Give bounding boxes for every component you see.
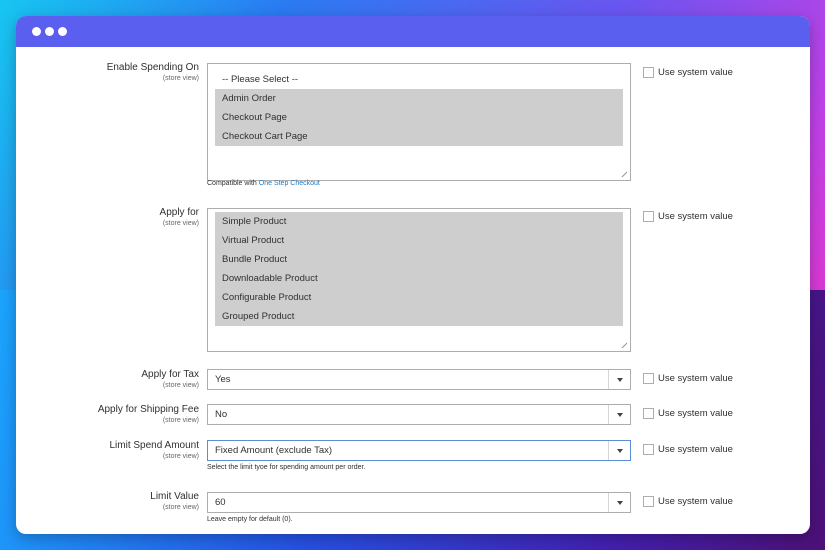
field-label: Apply for — [159, 207, 199, 218]
limit-spend-amount-label-group: Limit Spend Amount (store view) — [110, 440, 200, 460]
select-value: Fixed Amount (exclude Tax) — [215, 445, 333, 456]
window-titlebar — [16, 16, 810, 47]
use-system-value-label: Use system value — [658, 444, 733, 455]
use-system-value-checkbox[interactable] — [643, 67, 654, 78]
one-step-checkout-link[interactable]: One Step Checkout — [259, 180, 320, 187]
config-form: Enable Spending On (store view) -- Pleas… — [16, 47, 810, 534]
enable-spending-on-multiselect[interactable]: -- Please Select -- Admin Order Checkout… — [207, 63, 631, 181]
use-system-value-limit-spend[interactable]: Use system value — [643, 444, 733, 455]
option-bundle-product[interactable]: Bundle Product — [215, 250, 623, 269]
apply-for-label-group: Apply for (store view) — [160, 207, 199, 227]
dropdown-arrow-icon[interactable] — [608, 405, 630, 424]
use-system-value-label: Use system value — [658, 496, 733, 507]
limit-spend-note: Select the limit tyoe for spending amoun… — [207, 464, 366, 471]
enable-spending-on-label-group: Enable Spending On (store view) — [107, 62, 199, 82]
use-system-value-tax[interactable]: Use system value — [643, 373, 733, 384]
use-system-value-checkbox[interactable] — [643, 408, 654, 419]
apply-for-shipping-fee-select[interactable]: No — [207, 404, 631, 425]
field-label: Apply for Shipping Fee — [97, 404, 199, 415]
use-system-value-limit-value[interactable]: Use system value — [643, 496, 733, 507]
field-scope: (store view) — [162, 453, 199, 460]
field-label: Limit Value — [150, 491, 199, 502]
apply-for-tax-label-group: Apply for Tax (store view) — [141, 369, 199, 389]
option-configurable-product[interactable]: Configurable Product — [215, 288, 623, 307]
use-system-value-enable-spending[interactable]: Use system value — [643, 67, 733, 78]
input-value: 60 — [215, 497, 226, 508]
option-virtual-product[interactable]: Virtual Product — [215, 231, 623, 250]
option-checkout-page[interactable]: Checkout Page — [215, 108, 623, 127]
limit-value-note: Leave empty for default (0). — [207, 516, 293, 523]
field-scope: (store view) — [162, 417, 199, 424]
limit-value-input[interactable]: 60 — [207, 492, 631, 513]
dropdown-arrow-icon[interactable] — [608, 493, 630, 512]
use-system-value-label: Use system value — [658, 408, 733, 419]
dropdown-arrow-icon[interactable] — [608, 441, 630, 460]
field-label: Apply for Tax — [141, 369, 199, 380]
option-please-select[interactable]: -- Please Select -- — [215, 70, 623, 89]
dropdown-arrow-icon[interactable] — [608, 370, 630, 389]
limit-value-label-group: Limit Value (store view) — [150, 491, 199, 511]
field-scope: (store view) — [162, 382, 199, 389]
resize-handle-icon[interactable] — [620, 341, 627, 348]
use-system-value-checkbox[interactable] — [643, 444, 654, 455]
note-text: Compatible with — [207, 180, 257, 187]
option-checkout-cart-page[interactable]: Checkout Cart Page — [215, 127, 623, 146]
field-scope: (store view) — [162, 504, 199, 511]
select-value: No — [215, 409, 228, 420]
apply-for-shipping-fee-label-group: Apply for Shipping Fee (store view) — [98, 404, 199, 424]
use-system-value-label: Use system value — [658, 373, 733, 384]
field-scope: (store view) — [162, 220, 199, 227]
use-system-value-apply-for[interactable]: Use system value — [643, 211, 733, 222]
browser-window: Enable Spending On (store view) -- Pleas… — [16, 16, 810, 534]
apply-for-multiselect[interactable]: Simple Product Virtual Product Bundle Pr… — [207, 208, 631, 352]
apply-for-tax-select[interactable]: Yes — [207, 369, 631, 390]
field-label: Enable Spending On — [106, 62, 199, 73]
use-system-value-checkbox[interactable] — [643, 496, 654, 507]
option-grouped-product[interactable]: Grouped Product — [215, 307, 623, 326]
use-system-value-label: Use system value — [658, 211, 733, 222]
window-dot-icon — [45, 27, 54, 36]
field-scope: (store view) — [162, 75, 199, 82]
option-admin-order[interactable]: Admin Order — [215, 89, 623, 108]
use-system-value-checkbox[interactable] — [643, 373, 654, 384]
resize-handle-icon[interactable] — [620, 170, 627, 177]
limit-spend-amount-select[interactable]: Fixed Amount (exclude Tax) — [207, 440, 631, 461]
window-dot-icon — [32, 27, 41, 36]
use-system-value-label: Use system value — [658, 67, 733, 78]
use-system-value-checkbox[interactable] — [643, 211, 654, 222]
use-system-value-shipping[interactable]: Use system value — [643, 408, 733, 419]
compatibility-note: Compatible with One Step Checkout — [207, 180, 320, 187]
option-downloadable-product[interactable]: Downloadable Product — [215, 269, 623, 288]
select-value: Yes — [215, 374, 231, 385]
window-dot-icon — [58, 27, 67, 36]
option-simple-product[interactable]: Simple Product — [215, 212, 623, 231]
field-label: Limit Spend Amount — [109, 440, 200, 451]
